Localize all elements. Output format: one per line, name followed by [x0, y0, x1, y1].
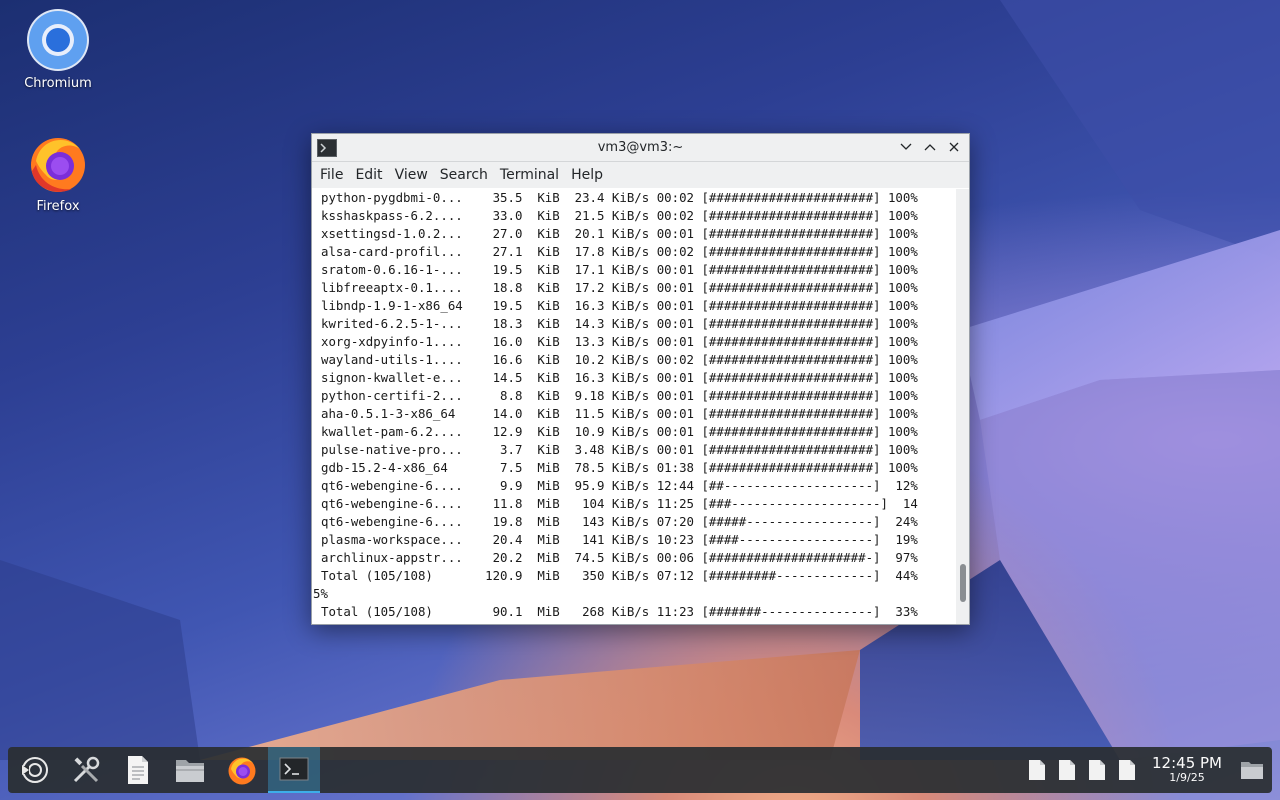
desktop-icon-label: Firefox [36, 199, 80, 214]
terminal-line: wayland-utils-1.... 16.6 KiB 10.2 KiB/s … [321, 352, 918, 367]
chromium-icon [26, 8, 90, 72]
terminal-line: signon-kwallet-e... 14.5 KiB 16.3 KiB/s … [321, 370, 918, 385]
terminal-line: pulse-native-pro... 3.7 KiB 3.48 KiB/s 0… [321, 442, 918, 457]
terminal-line: qt6-webengine-6.... 19.8 MiB 143 KiB/s 0… [321, 514, 918, 529]
terminal-line: qt6-webengine-6.... 9.9 MiB 95.9 KiB/s 1… [321, 478, 918, 493]
terminal-line: 5% [313, 586, 328, 601]
terminal-line: xorg-xdpyinfo-1.... 16.0 KiB 13.3 KiB/s … [321, 334, 918, 349]
tray-item[interactable] [1022, 759, 1052, 781]
terminal-line: kwrited-6.2.5-1-... 18.3 KiB 14.3 KiB/s … [321, 316, 918, 331]
menu-view[interactable]: View [389, 167, 434, 183]
tray-item[interactable] [1112, 759, 1142, 781]
document-icon [1089, 760, 1106, 780]
terminal-line: sratom-0.6.16-1-... 19.5 KiB 17.1 KiB/s … [321, 262, 918, 277]
terminal-line: plasma-workspace... 20.4 MiB 141 KiB/s 1… [321, 532, 918, 547]
menu-terminal[interactable]: Terminal [494, 167, 565, 183]
terminal-line: ksshaskpass-6.2.... 33.0 KiB 21.5 KiB/s … [321, 208, 918, 223]
taskbar: 12:45 PM 1/9/25 [8, 747, 1272, 793]
vertical-scrollbar[interactable] [956, 189, 969, 624]
minimize-button[interactable] [897, 138, 915, 156]
firefox-icon [228, 757, 256, 785]
terminal-line: xsettingsd-1.0.2... 27.0 KiB 20.1 KiB/s … [321, 226, 918, 241]
chevron-up-icon [924, 144, 936, 151]
close-button[interactable] [945, 138, 963, 156]
maximize-button[interactable] [921, 138, 939, 156]
taskbar-firefox[interactable] [216, 747, 268, 793]
taskbar-file-manager[interactable] [164, 747, 216, 793]
desktop-icon-firefox[interactable]: Firefox [13, 131, 103, 214]
terminal-line: Total (105/108) 90.1 MiB 268 KiB/s 11:23… [321, 604, 918, 619]
show-desktop-button[interactable] [1232, 759, 1272, 781]
window-title: vm3@vm3:~ [597, 140, 684, 155]
close-icon [949, 142, 959, 152]
terminal-line: qt6-webengine-6.... 11.8 MiB 104 KiB/s 1… [321, 496, 918, 511]
menu-file[interactable]: File [314, 167, 349, 183]
terminal-line: archlinux-appstr... 20.2 MiB 74.5 KiB/s … [321, 550, 918, 565]
terminal-line: Total (105/108) 120.9 MiB 350 KiB/s 07:1… [321, 568, 918, 583]
terminal-line: libndp-1.9-1-x86_64 19.5 KiB 16.3 KiB/s … [321, 298, 918, 313]
desktop-icon-label: Chromium [24, 76, 92, 91]
taskbar-text-editor[interactable] [112, 747, 164, 793]
terminal-line: libfreeaptx-0.1.... 18.8 KiB 17.2 KiB/s … [321, 280, 918, 295]
taskbar-system-settings[interactable] [60, 747, 112, 793]
application-launcher-button[interactable] [8, 747, 60, 793]
clock-time: 12:45 PM [1152, 754, 1222, 772]
menu-bar: File Edit View Search Terminal Help [312, 162, 969, 188]
digital-clock[interactable]: 12:45 PM 1/9/25 [1152, 755, 1222, 785]
folder-icon [1241, 762, 1263, 779]
clock-date: 1/9/25 [1169, 771, 1205, 784]
desktop-icon-chromium[interactable]: Chromium [13, 8, 103, 91]
terminal-icon [279, 757, 309, 781]
system-settings-icon [73, 756, 100, 783]
terminal-line: python-pygdbmi-0... 35.5 KiB 23.4 KiB/s … [321, 190, 918, 205]
document-icon [1059, 760, 1076, 780]
firefox-icon [26, 131, 90, 195]
terminal-output[interactable]: python-pygdbmi-0... 35.5 KiB 23.4 KiB/s … [312, 189, 955, 624]
chevron-down-icon [900, 143, 912, 150]
menu-search[interactable]: Search [434, 167, 494, 183]
terminal-line: aha-0.5.1-3-x86_64 14.0 KiB 11.5 KiB/s 0… [321, 406, 918, 421]
taskbar-terminal[interactable] [268, 747, 320, 793]
terminal-line: kwallet-pam-6.2.... 12.9 KiB 10.9 KiB/s … [321, 424, 918, 439]
terminal-line: python-certifi-2... 8.8 KiB 9.18 KiB/s 0… [321, 388, 918, 403]
tray-item[interactable] [1082, 759, 1112, 781]
window-titlebar[interactable]: vm3@vm3:~ [312, 134, 969, 162]
scrollbar-thumb[interactable] [960, 564, 966, 602]
menu-edit[interactable]: Edit [349, 167, 388, 183]
tray-item[interactable] [1052, 759, 1082, 781]
document-icon [1029, 760, 1046, 780]
menu-help[interactable]: Help [565, 167, 609, 183]
document-icon [1119, 760, 1136, 780]
terminal-line: gdb-15.2-4-x86_64 7.5 MiB 78.5 KiB/s 01:… [321, 460, 918, 475]
file-manager-icon [176, 760, 204, 782]
launcher-icon [21, 757, 48, 783]
system-tray: 12:45 PM 1/9/25 [1022, 747, 1272, 793]
terminal-window[interactable]: vm3@vm3:~ File Edit View Search Terminal… [311, 133, 970, 625]
terminal-line: alsa-card-profil... 27.1 KiB 17.8 KiB/s … [321, 244, 918, 259]
text-editor-icon [128, 756, 148, 784]
